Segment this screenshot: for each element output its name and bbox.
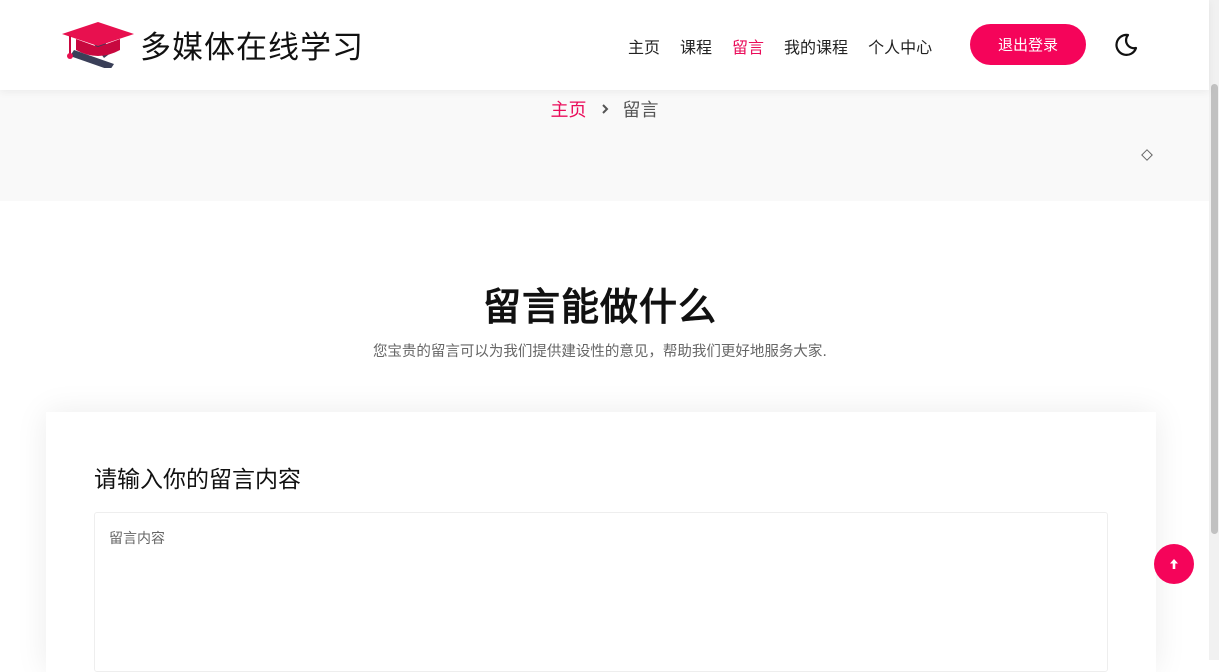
nav-item-courses[interactable]: 课程: [680, 34, 712, 58]
graduation-cap-icon: [62, 22, 134, 68]
logout-button[interactable]: 退出登录: [970, 24, 1086, 65]
section-subtitle: 您宝贵的留言可以为我们提供建设性的意见，帮助我们更好地服务大家.: [372, 344, 828, 360]
breadcrumb-home-link[interactable]: 主页: [551, 96, 587, 122]
site-logo[interactable]: 多媒体在线学习: [62, 20, 364, 68]
form-title: 请输入你的留言内容: [94, 467, 301, 493]
nav-item-messages[interactable]: 留言: [732, 34, 764, 58]
section-title: 留言能做什么: [482, 285, 717, 329]
nav-item-my-courses[interactable]: 我的课程: [784, 34, 848, 58]
site-header: 多媒体在线学习 主页 课程 留言 我的课程 个人中心 退出登录: [0, 0, 1209, 90]
scrollbar-thumb[interactable]: [1211, 84, 1218, 534]
arrow-up-icon: [1170, 559, 1178, 569]
breadcrumb-current: 留言: [622, 100, 659, 121]
moon-icon[interactable]: [1113, 32, 1139, 58]
message-form-card: 请输入你的留言内容: [46, 412, 1156, 672]
message-textarea[interactable]: [94, 512, 1108, 672]
site-title: 多媒体在线学习: [140, 29, 364, 66]
back-to-top-button[interactable]: [1154, 544, 1194, 584]
nav-item-profile[interactable]: 个人中心: [868, 34, 932, 58]
nav-item-home[interactable]: 主页: [628, 34, 660, 58]
chevron-right-icon: [591, 102, 619, 116]
breadcrumb: 主页 留言: [0, 96, 1209, 122]
page-banner: 主页 留言: [0, 90, 1209, 201]
diamond-icon: [1141, 149, 1153, 161]
main-nav: 主页 课程 留言 我的课程 个人中心: [628, 34, 952, 58]
